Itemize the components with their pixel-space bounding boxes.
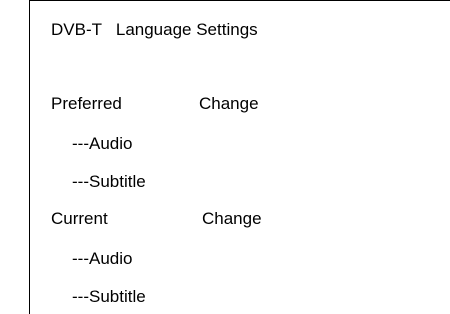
preferred-label: Preferred: [51, 94, 122, 113]
preferred-audio-item[interactable]: ---Audio: [72, 134, 132, 154]
page-title: DVB-T Language Settings: [51, 20, 258, 39]
preferred-change-button[interactable]: Change: [199, 94, 259, 114]
current-change-button[interactable]: Change: [202, 209, 262, 229]
current-label: Current: [51, 209, 108, 228]
current-audio-item[interactable]: ---Audio: [72, 249, 132, 269]
preferred-subtitle-item[interactable]: ---Subtitle: [72, 172, 146, 192]
current-subtitle-item[interactable]: ---Subtitle: [72, 287, 146, 307]
